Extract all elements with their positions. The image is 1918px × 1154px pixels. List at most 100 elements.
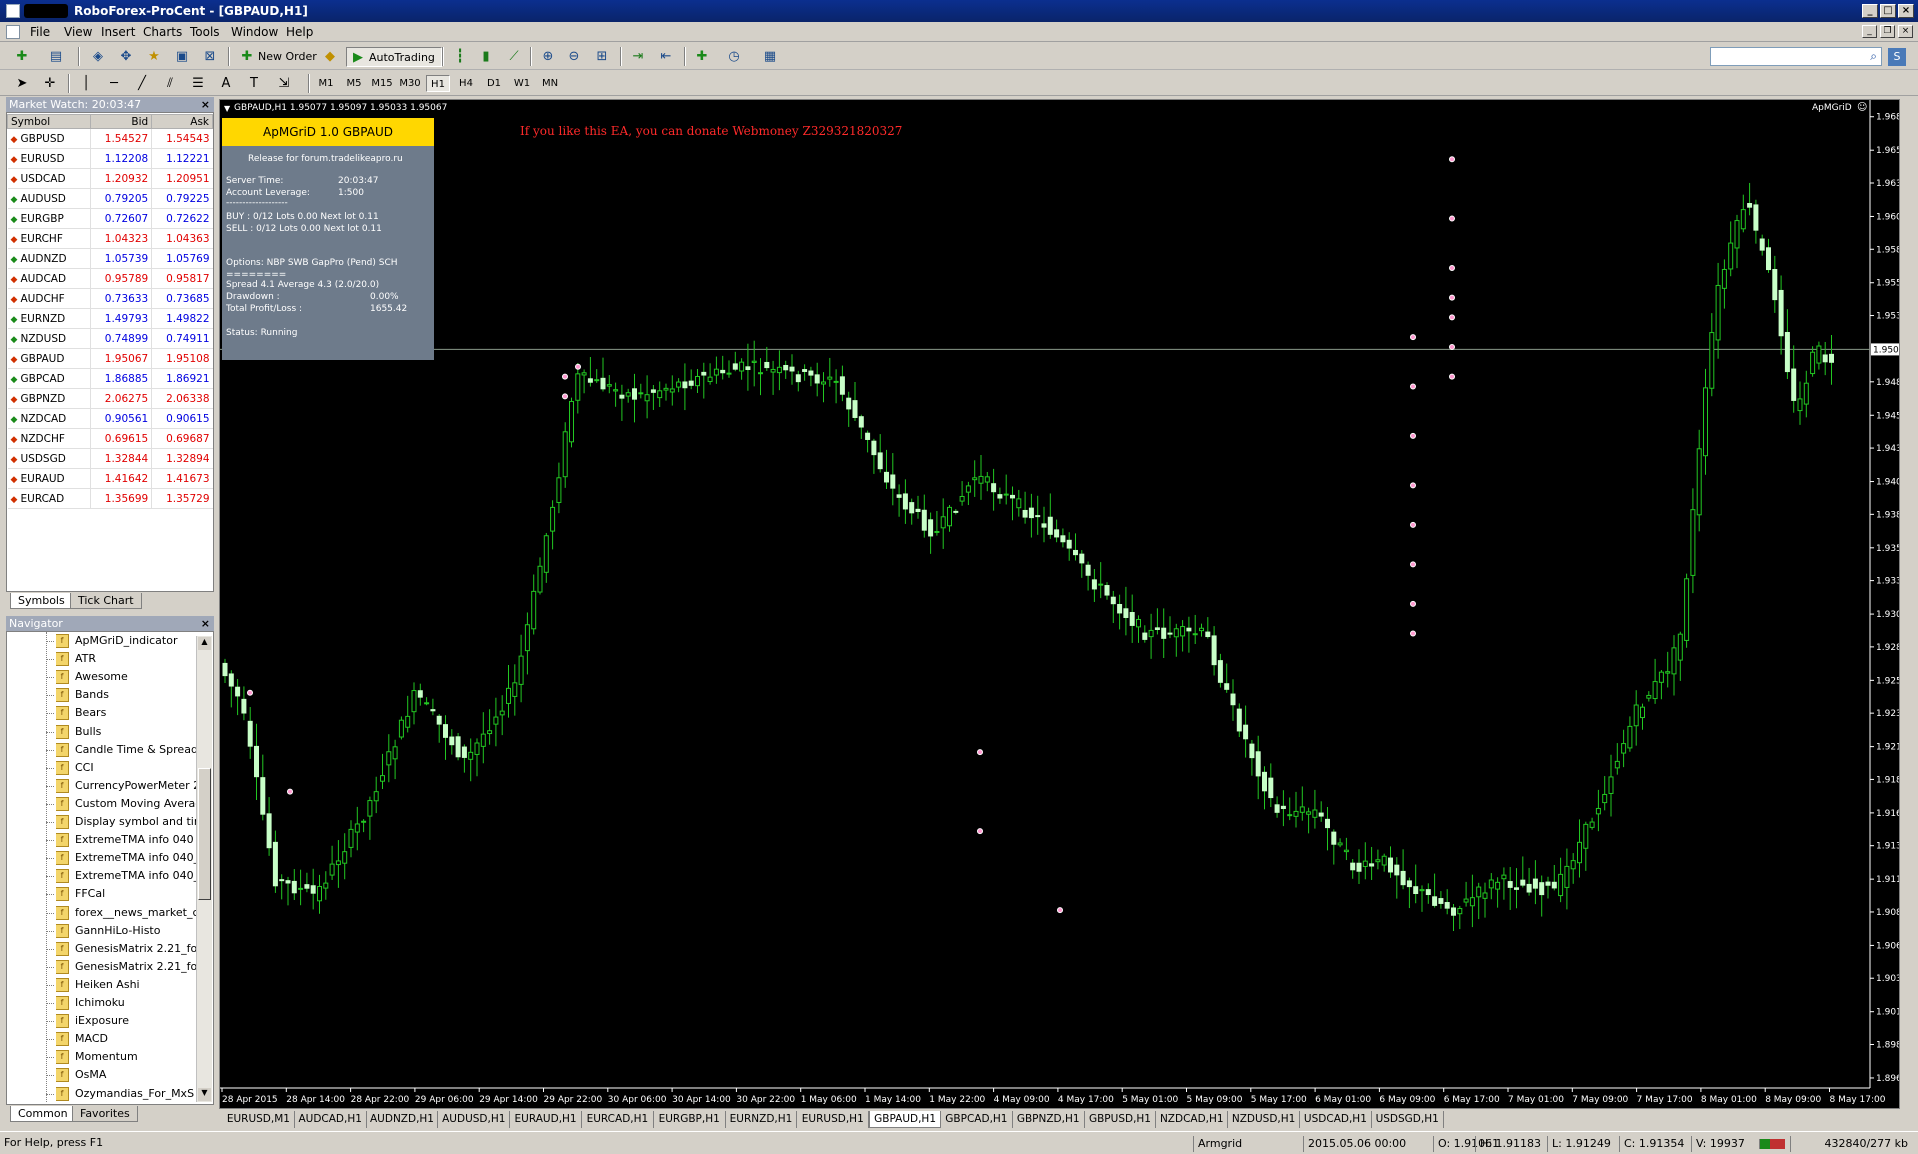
navigator-item[interactable]: f Ichimoku — [56, 994, 198, 1012]
timeframe-m5[interactable]: M5 — [342, 75, 366, 92]
chart-tab[interactable]: GBPNZD,H1 — [1013, 1111, 1085, 1128]
chart-tab[interactable]: EURUSD,H1 — [797, 1111, 870, 1128]
symbol-cell[interactable]: ◆ NZDCHF — [7, 428, 91, 449]
table-row[interactable]: ◆ EURCAD 1.35699 1.35729 — [7, 488, 213, 509]
symbol-cell[interactable]: ◆ AUDCAD — [7, 268, 91, 289]
symbol-cell[interactable]: ◆ AUDNZD — [7, 248, 91, 269]
navigator-item[interactable]: f ExtremeTMA info 040 — [56, 831, 198, 849]
navigator-item[interactable]: f CurrencyPowerMeter 2 — [56, 777, 198, 795]
ask-cell[interactable]: 0.72622 — [151, 208, 213, 229]
symbol-cell[interactable]: ◆ AUDUSD — [7, 188, 91, 209]
column-header-ask[interactable]: Ask — [151, 114, 213, 129]
new-order-button[interactable]: ✚ New Order — [236, 47, 317, 67]
strategy-tester-icon[interactable]: ⊠ — [200, 48, 220, 66]
bid-cell[interactable]: 1.95067 — [90, 348, 152, 369]
metaeditor-icon[interactable]: ◆ — [320, 48, 340, 66]
profiles-icon[interactable]: ▤ — [46, 48, 66, 66]
symbol-cell[interactable]: ◆ NZDUSD — [7, 328, 91, 349]
symbol-cell[interactable]: ◆ GBPAUD — [7, 348, 91, 369]
chart-tab[interactable]: EURGBP,H1 — [654, 1111, 726, 1128]
navigator-item[interactable]: f Awesome — [56, 668, 198, 686]
symbol-cell[interactable]: ◆ AUDCHF — [7, 288, 91, 309]
tab-common[interactable]: Common — [10, 1106, 76, 1122]
maximize-button[interactable]: □ — [1880, 4, 1896, 18]
bid-cell[interactable]: 0.90561 — [90, 408, 152, 429]
indicators-icon[interactable]: ✚ — [692, 48, 712, 66]
navigator-item[interactable]: f OsMA — [56, 1066, 198, 1084]
bid-cell[interactable]: 0.73633 — [90, 288, 152, 309]
arrows-icon[interactable]: ⇲ — [274, 75, 294, 93]
chart-tab[interactable]: GBPCAD,H1 — [941, 1111, 1013, 1128]
ask-cell[interactable]: 0.95817 — [151, 268, 213, 289]
chart-tab[interactable]: AUDUSD,H1 — [438, 1111, 511, 1128]
ask-cell[interactable]: 1.05769 — [151, 248, 213, 269]
ask-cell[interactable]: 0.79225 — [151, 188, 213, 209]
vertical-line-icon[interactable]: │ — [76, 75, 96, 93]
ask-cell[interactable]: 1.49822 — [151, 308, 213, 329]
price-chart[interactable]: 1.96805 1.96555 1.96310 1.96060 1.95815 1.955… — [220, 100, 1900, 1109]
table-row[interactable]: ◆ AUDCHF 0.73633 0.73685 — [7, 288, 213, 309]
community-icon[interactable]: S — [1888, 48, 1906, 66]
ask-cell[interactable]: 2.06338 — [151, 388, 213, 409]
scroll-up-icon[interactable]: ▲ — [198, 637, 211, 650]
bid-cell[interactable]: 1.35699 — [90, 488, 152, 509]
zoom-out-icon[interactable]: ⊖ — [564, 48, 584, 66]
table-row[interactable]: ◆ AUDCAD 0.95789 0.95817 — [7, 268, 213, 289]
tab-tick-chart[interactable]: Tick Chart — [70, 593, 142, 609]
search-input[interactable] — [1711, 48, 1861, 65]
symbol-cell[interactable]: ◆ GBPNZD — [7, 388, 91, 409]
navigator-item[interactable]: f ExtremeTMA info 040_fo — [56, 849, 198, 867]
chart-tab[interactable]: USDSGD,H1 — [1372, 1111, 1444, 1128]
menu-tools[interactable]: Tools — [190, 25, 220, 39]
chart-tab[interactable]: NZDCAD,H1 — [1156, 1111, 1229, 1128]
chart-tab[interactable]: EURUSD,M1 — [223, 1111, 295, 1128]
table-row[interactable]: ◆ GBPAUD 1.95067 1.95108 — [7, 348, 213, 369]
ask-cell[interactable]: 1.95108 — [151, 348, 213, 369]
navigator-item[interactable]: f Bulls — [56, 723, 198, 741]
symbol-cell[interactable]: ◆ EURCHF — [7, 228, 91, 249]
chart-tab[interactable]: EURAUD,H1 — [510, 1111, 582, 1128]
tab-symbols[interactable]: Symbols — [10, 593, 73, 609]
bid-cell[interactable]: 0.74899 — [90, 328, 152, 349]
table-row[interactable]: ◆ EURUSD 1.12208 1.12221 — [7, 148, 213, 169]
navigator-item[interactable]: f GenesisMatrix 2.21_for_I — [56, 940, 198, 958]
candlestick-chart-icon[interactable]: ▮ — [476, 48, 496, 66]
ask-cell[interactable]: 1.04363 — [151, 228, 213, 249]
bid-cell[interactable]: 2.06275 — [90, 388, 152, 409]
chart-tab[interactable]: GBPUSD,H1 — [1085, 1111, 1157, 1128]
chart-tab[interactable]: AUDCAD,H1 — [295, 1111, 367, 1128]
menu-charts[interactable]: Charts — [143, 25, 182, 39]
chart-tab[interactable]: EURCAD,H1 — [582, 1111, 654, 1128]
table-row[interactable]: ◆ USDCAD 1.20932 1.20951 — [7, 168, 213, 189]
table-row[interactable]: ◆ AUDUSD 0.79205 0.79225 — [7, 188, 213, 209]
navigator-item[interactable]: f Bears — [56, 704, 198, 722]
minimize-button[interactable]: _ — [1862, 4, 1878, 18]
bid-cell[interactable]: 1.32844 — [90, 448, 152, 469]
timeframe-m15[interactable]: M15 — [370, 75, 394, 92]
bid-cell[interactable]: 1.12208 — [90, 148, 152, 169]
periods-icon[interactable]: ◷ — [724, 48, 744, 66]
table-row[interactable]: ◆ GBPNZD 2.06275 2.06338 — [7, 388, 213, 409]
mdi-restore-button[interactable]: ❐ — [1880, 25, 1895, 38]
timeframe-w1[interactable]: W1 — [510, 75, 534, 92]
ask-cell[interactable]: 0.69687 — [151, 428, 213, 449]
navigator-item[interactable]: f iExposure — [56, 1012, 198, 1030]
symbol-cell[interactable]: ◆ USDCAD — [7, 168, 91, 189]
tab-favorites[interactable]: Favorites — [72, 1106, 138, 1122]
ask-cell[interactable]: 1.12221 — [151, 148, 213, 169]
zoom-in-icon[interactable]: ⊕ — [538, 48, 558, 66]
chart-tab[interactable]: GBPAUD,H1 — [869, 1111, 941, 1128]
status-profile[interactable]: Armgrid — [1193, 1136, 1303, 1152]
navigator-item[interactable]: f Bands — [56, 686, 198, 704]
line-chart-icon[interactable]: ⟋ — [504, 48, 524, 66]
symbol-cell[interactable]: ◆ EURCAD — [7, 488, 91, 509]
close-button[interactable]: × — [1898, 4, 1914, 18]
navigator-item[interactable]: f GannHiLo-Histo — [56, 922, 198, 940]
bid-cell[interactable]: 1.54527 — [90, 128, 152, 149]
terminal-icon[interactable]: ▣ — [172, 48, 192, 66]
market-watch-close-icon[interactable]: × — [201, 97, 210, 112]
navigator-item[interactable]: f Ozymandias_For_MxS — [56, 1085, 198, 1103]
timeframe-d1[interactable]: D1 — [482, 75, 506, 92]
chart-tab[interactable]: EURNZD,H1 — [726, 1111, 798, 1128]
navigator-item[interactable]: f Display symbol and timefr — [56, 813, 198, 831]
